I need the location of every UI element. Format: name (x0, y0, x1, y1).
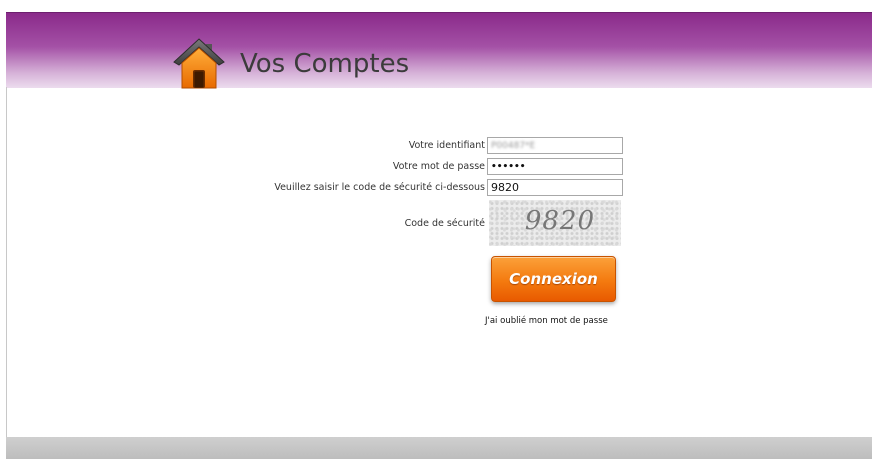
identifiant-label: Votre identifiant (408, 140, 485, 151)
security-code-value: 9820 (491, 181, 519, 194)
captcha-code: 9820 (524, 206, 595, 236)
forgot-password-link[interactable]: J'ai oublié mon mot de passe (485, 316, 608, 326)
password-value: •••••• (491, 161, 526, 172)
security-code-input[interactable]: 9820 (487, 179, 623, 196)
page-title: Vos Comptes (240, 49, 410, 79)
password-label: Votre mot de passe (392, 161, 485, 172)
captcha-image: 9820 (489, 200, 621, 246)
password-input[interactable]: •••••• (487, 158, 623, 175)
divider (6, 87, 7, 437)
house-icon (173, 38, 225, 89)
connexion-button-label: Connexion (509, 270, 598, 288)
captcha-label: Code de sécurité (404, 218, 485, 229)
identifiant-input[interactable]: P00487*E (487, 137, 623, 154)
connexion-button[interactable]: Connexion (491, 256, 616, 302)
identifiant-value: P00487*E (491, 140, 536, 151)
login-page: Vos Comptes Votre identifiant P00487*E V… (0, 0, 872, 459)
footer-bar (6, 437, 872, 459)
security-code-input-label: Veuillez saisir le code de sécurité ci-d… (274, 182, 485, 193)
header-banner (6, 12, 872, 88)
top-strip (0, 0, 872, 12)
